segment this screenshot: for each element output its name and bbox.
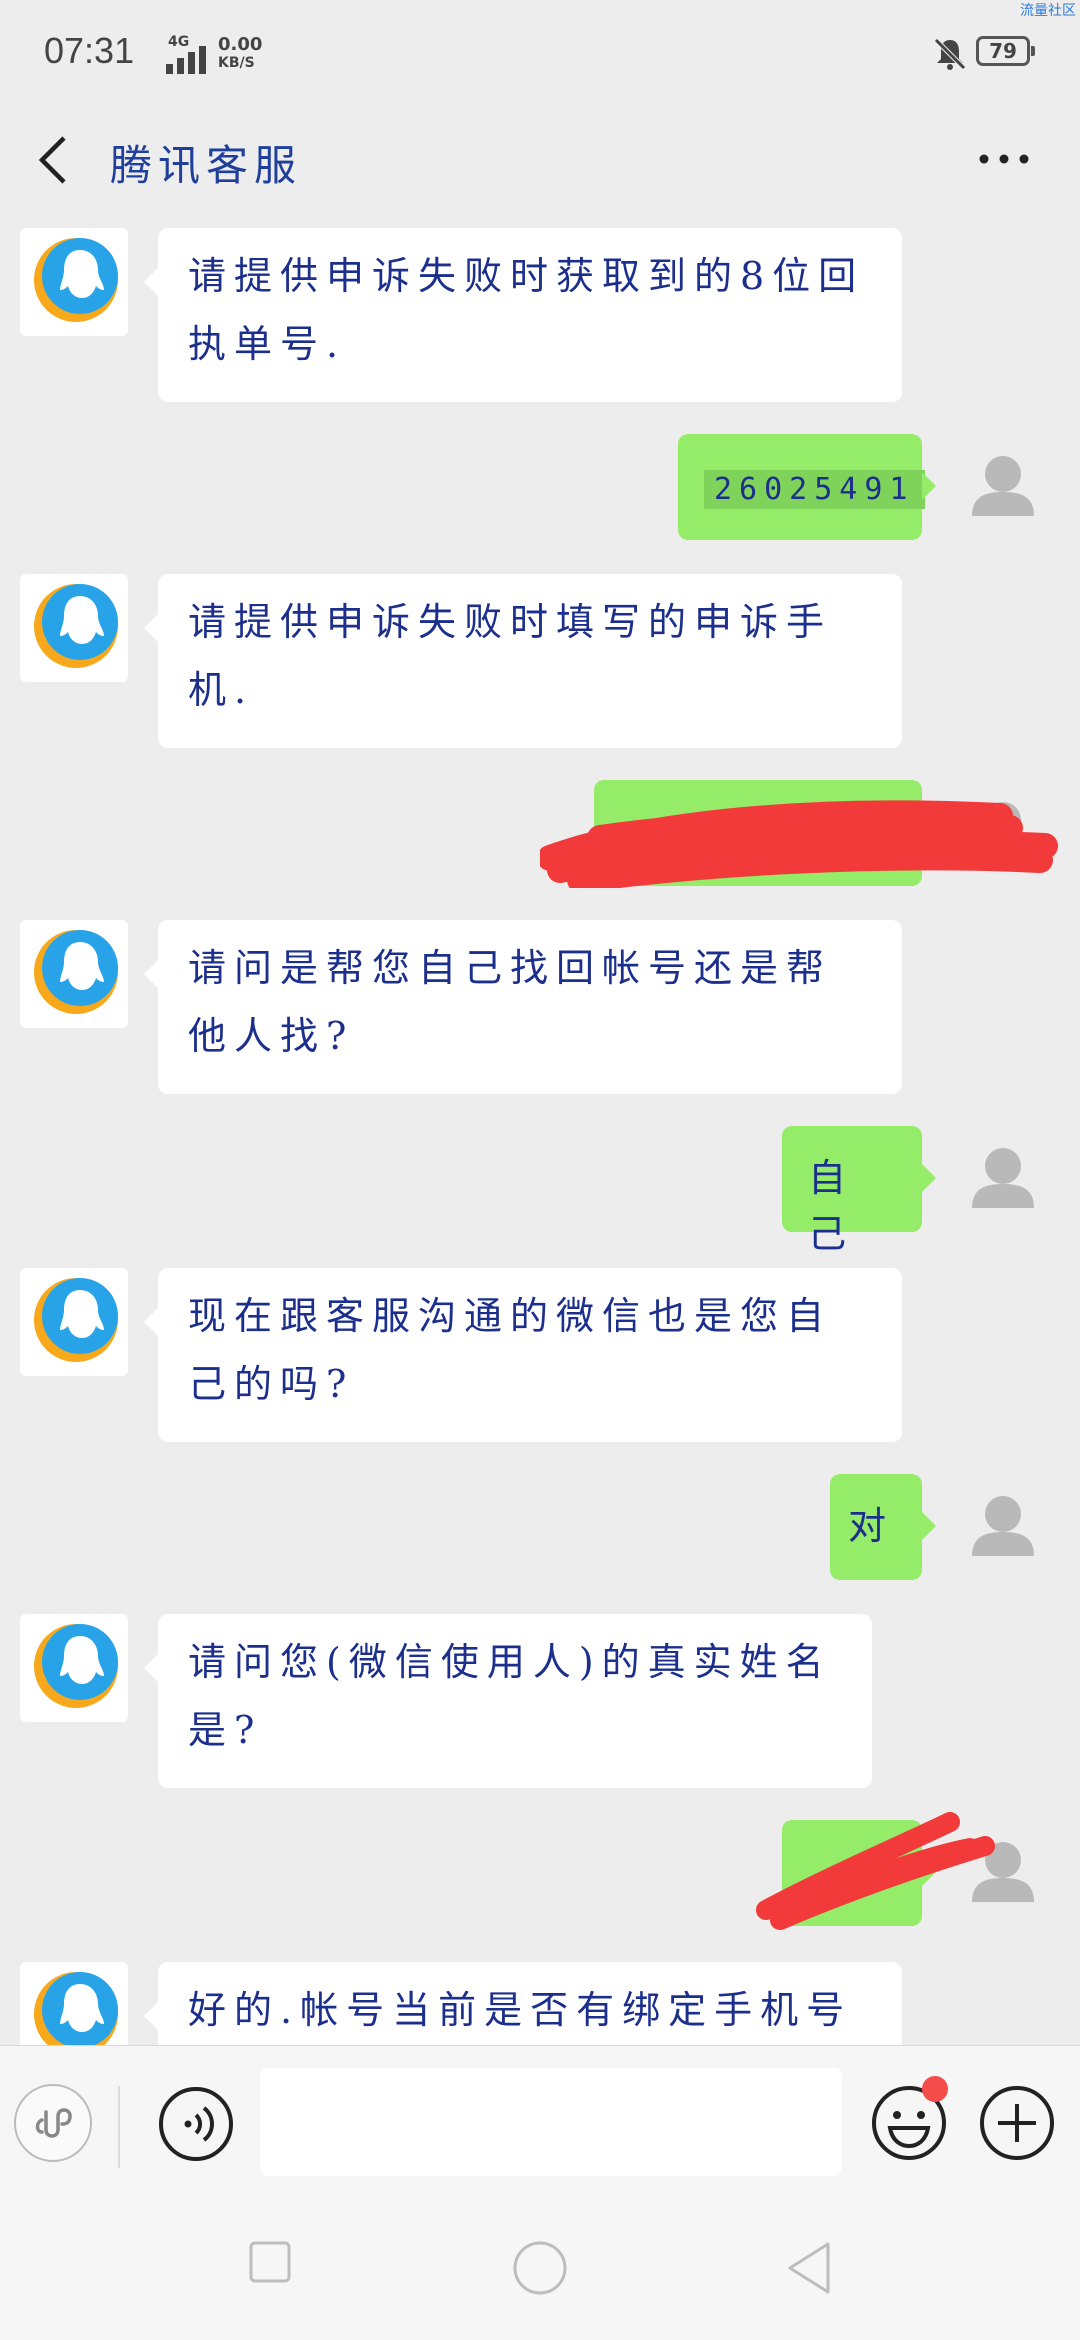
service-avatar[interactable] — [20, 574, 128, 682]
chat-header: 腾讯客服 — [0, 110, 1080, 220]
network-speed: 0.00 KB/S — [218, 34, 263, 72]
back-triangle-icon[interactable] — [786, 2240, 832, 2296]
message-text: 他人找? — [188, 1014, 355, 1058]
message-text: 请问是帮您自己找回帐号还是帮 — [188, 946, 833, 990]
message-bubble[interactable]: 请问您(微信使用人)的真实姓名 是? — [144, 1614, 872, 1788]
input-bar — [0, 2045, 1080, 2241]
user-avatar[interactable] — [952, 782, 1054, 884]
message-service: 请提供申诉失败时获取到的8位回 执单号. — [0, 228, 1080, 408]
user-avatar[interactable] — [952, 1128, 1054, 1230]
message-text: 好的.帐号当前是否有绑定手机号 — [188, 1988, 853, 2032]
message-service: 请问是帮您自己找回帐号还是帮 他人找? — [0, 920, 1080, 1100]
message-text: 对 — [848, 1504, 895, 1548]
qq-service-icon — [34, 1624, 118, 1708]
message-input[interactable] — [260, 2068, 842, 2176]
user-silhouette-icon — [972, 456, 1034, 516]
status-bar: 07:31 4G 0.00 KB/S 79 流量社区 — [0, 0, 1080, 110]
system-nav-bar — [0, 2240, 1080, 2340]
user-silhouette-icon — [972, 1842, 1034, 1902]
user-avatar[interactable] — [952, 436, 1054, 538]
message-text: 自己 — [808, 1156, 855, 1256]
message-list[interactable]: 请提供申诉失败时获取到的8位回 执单号. 26025491 请提供申诉失败时填写… — [0, 220, 1080, 2045]
service-avatar[interactable] — [20, 1268, 128, 1376]
message-text: 26025491 — [704, 470, 925, 509]
message-text: 己的吗? — [188, 1362, 355, 1406]
message-bubble[interactable] — [594, 780, 936, 886]
service-avatar[interactable] — [20, 1962, 128, 2045]
user-silhouette-icon — [972, 1496, 1034, 1556]
mute-bell-icon — [934, 38, 966, 70]
message-text: 请提供申诉失败时填写的申诉手 — [188, 600, 833, 644]
message-bubble[interactable]: 好的.帐号当前是否有绑定手机号 — [144, 1962, 902, 2045]
message-user — [0, 780, 1080, 900]
chevron-left-icon[interactable] — [34, 130, 74, 190]
message-bubble[interactable]: 现在跟客服沟通的微信也是您自 己的吗? — [144, 1268, 902, 1442]
message-text: 机. — [188, 668, 255, 712]
message-text: 请提供申诉失败时获取到的8位回 — [188, 254, 865, 298]
message-text: 是? — [188, 1708, 263, 1752]
message-service: 现在跟客服沟通的微信也是您自 己的吗? — [0, 1268, 1080, 1448]
message-bubble[interactable]: 请提供申诉失败时获取到的8位回 执单号. — [144, 228, 902, 402]
message-service: 请提供申诉失败时填写的申诉手 机. — [0, 574, 1080, 754]
mini-program-icon[interactable] — [12, 2082, 94, 2164]
signal-icon — [166, 46, 206, 74]
message-bubble[interactable]: 请问是帮您自己找回帐号还是帮 他人找? — [144, 920, 902, 1094]
status-time: 07:31 — [44, 30, 135, 71]
qq-service-icon — [34, 238, 118, 322]
home-icon[interactable] — [512, 2240, 568, 2296]
message-bubble[interactable]: 对 — [830, 1474, 936, 1580]
battery-icon: 79 — [976, 36, 1035, 66]
message-bubble[interactable]: 26025491 — [678, 434, 936, 540]
message-bubble[interactable]: 自己 — [782, 1126, 936, 1256]
message-service: 好的.帐号当前是否有绑定手机号 — [0, 1962, 1080, 2045]
qq-service-icon — [34, 584, 118, 668]
notification-dot — [922, 2076, 948, 2102]
user-avatar[interactable] — [952, 1476, 1054, 1578]
message-bubble[interactable]: 请提供申诉失败时填写的申诉手 机. — [144, 574, 902, 748]
message-user: 对 — [0, 1474, 1080, 1594]
watermark: 流量社区 — [1020, 3, 1076, 19]
qq-service-icon — [34, 930, 118, 1014]
message-text: 执单号. — [188, 322, 347, 366]
chat-title: 腾讯客服 — [110, 141, 303, 190]
plus-icon[interactable] — [978, 2084, 1056, 2162]
message-bubble[interactable] — [782, 1820, 936, 1926]
service-avatar[interactable] — [20, 228, 128, 336]
recent-apps-icon[interactable] — [248, 2240, 292, 2284]
message-user: 自己 — [0, 1126, 1080, 1256]
user-silhouette-icon — [972, 802, 1034, 862]
message-text: 现在跟客服沟通的微信也是您自 — [188, 1294, 833, 1338]
divider — [118, 2086, 120, 2168]
service-avatar[interactable] — [20, 920, 128, 1028]
voice-icon[interactable] — [158, 2086, 234, 2162]
message-service: 请问您(微信使用人)的真实姓名 是? — [0, 1614, 1080, 1794]
message-user — [0, 1812, 1080, 1940]
qq-service-icon — [34, 1972, 118, 2045]
qq-service-icon — [34, 1278, 118, 1362]
message-user: 26025491 — [0, 434, 1080, 554]
user-silhouette-icon — [972, 1148, 1034, 1208]
more-dots-icon[interactable] — [976, 144, 1032, 174]
message-text: 请问您(微信使用人)的真实姓名 — [188, 1640, 832, 1684]
user-avatar[interactable] — [952, 1822, 1054, 1924]
service-avatar[interactable] — [20, 1614, 128, 1722]
